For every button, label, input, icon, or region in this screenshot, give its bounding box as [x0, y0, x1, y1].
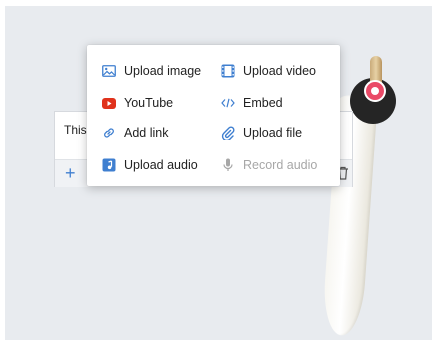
link-icon — [102, 126, 116, 140]
upload-image-item[interactable]: Upload image — [102, 60, 201, 82]
record-audio-item: Record audio — [221, 154, 317, 176]
microphone-icon — [221, 158, 235, 172]
upload-audio-item[interactable]: Upload audio — [102, 154, 198, 176]
youtube-icon — [102, 96, 116, 110]
add-content-button[interactable]: + — [65, 164, 76, 182]
upload-video-item[interactable]: Upload video — [221, 60, 316, 82]
upload-file-item[interactable]: Upload file — [221, 122, 302, 144]
music-file-icon — [102, 158, 116, 172]
embed-item[interactable]: Embed — [221, 92, 283, 114]
image-icon — [102, 64, 116, 78]
card-text: This — [64, 123, 87, 137]
add-link-label: Add link — [124, 126, 169, 140]
upload-audio-label: Upload audio — [124, 158, 198, 172]
record-indicator[interactable] — [364, 80, 386, 102]
paperclip-icon — [221, 126, 235, 140]
youtube-item[interactable]: YouTube — [102, 92, 173, 114]
upload-file-label: Upload file — [243, 126, 303, 140]
youtube-label: YouTube — [124, 96, 174, 110]
add-link-item[interactable]: Add link — [102, 122, 168, 144]
film-icon — [221, 64, 235, 78]
upload-video-label: Upload video — [243, 64, 316, 78]
upload-image-label: Upload image — [124, 64, 202, 78]
embed-label: Embed — [243, 96, 283, 110]
code-icon — [221, 96, 235, 110]
record-audio-label: Record audio — [243, 158, 318, 172]
insert-menu: Upload image Upload video YouTube Embed … — [87, 45, 340, 186]
